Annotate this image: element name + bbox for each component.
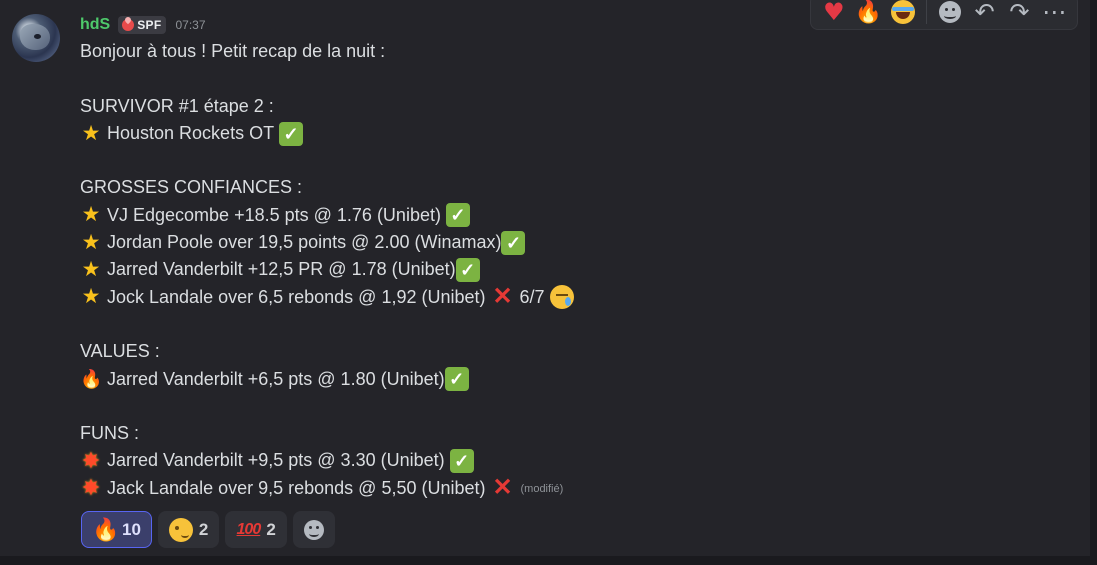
fire-icon (80, 368, 102, 390)
line-text: Houston Rockets OT (107, 122, 275, 143)
message-line: Bonjour à tous ! Petit recap de la nuit … (80, 38, 1070, 65)
star-icon (80, 232, 102, 254)
line-text: GROSSES CONFIANCES : (80, 177, 303, 198)
message-line: GROSSES CONFIANCES : (80, 174, 1070, 201)
check-mark-icon: ✓ (279, 121, 304, 146)
line-text: Jordan Poole over 19,5 points @ 2.00 (Wi… (107, 232, 502, 253)
reply-button[interactable]: ↶ (970, 0, 1000, 28)
message-line: Jarred Vanderbilt +9,5 pts @ 3.30 (Unibe… (80, 447, 1070, 474)
message-line (80, 65, 1070, 92)
star-icon (80, 204, 102, 226)
toolbar-divider (926, 0, 928, 24)
tag-icon (122, 19, 135, 31)
avatar[interactable] (12, 14, 60, 62)
heart-emoji-button[interactable]: ♥ (819, 0, 849, 28)
message-line (80, 147, 1070, 174)
star-icon (80, 123, 102, 145)
cross-mark-icon: ✕ (492, 283, 513, 311)
line-text: Jarred Vanderbilt +12,5 PR @ 1.78 (Unibe… (107, 259, 456, 280)
check-mark-icon: ✓ (445, 203, 470, 228)
fire-emoji-button[interactable]: 🔥 (854, 0, 884, 28)
line-text: Jarred Vanderbilt +6,5 pts @ 1.80 (Unibe… (107, 368, 445, 389)
reaction-count: 2 (266, 519, 276, 539)
message-line: Jock Landale over 6,5 rebonds @ 1,92 (Un… (80, 284, 1070, 311)
score-text: 6/7 (519, 286, 545, 307)
message-line: VJ Edgecombe +18.5 pts @ 1.76 (Unibet)✓ (80, 202, 1070, 229)
server-tag[interactable]: SPF (118, 16, 167, 34)
check-mark-icon: ✓ (455, 258, 480, 283)
hundred-icon: 100 (236, 520, 262, 538)
username[interactable]: hdS (80, 16, 110, 34)
collision-icon (80, 477, 102, 499)
crying-face-icon (549, 285, 574, 310)
message-header: hdS SPF 07:37 (80, 14, 206, 36)
message-content: Bonjour à tous ! Petit recap de la nuit … (80, 38, 1070, 502)
edited-label: (modifié) (520, 482, 564, 495)
star-icon (80, 259, 102, 281)
check-mark-icon: ✓ (449, 449, 474, 474)
line-text: VJ Edgecombe +18.5 pts @ 1.76 (Unibet) (107, 204, 441, 225)
message-line: Jarred Vanderbilt +12,5 PR @ 1.78 (Unibe… (80, 256, 1070, 283)
message-line: Jack Landale over 9,5 rebonds @ 5,50 (Un… (80, 475, 1070, 502)
add-reaction-icon (938, 1, 961, 23)
forward-icon: ↷ (1009, 0, 1030, 26)
more-button[interactable]: ⋯ (1039, 0, 1069, 28)
tag-label: SPF (137, 18, 162, 32)
joy-icon (891, 0, 916, 24)
message-line: FUNS : (80, 420, 1070, 447)
heart-icon: ♥ (823, 0, 845, 26)
forward-button[interactable]: ↷ (1005, 0, 1035, 28)
star-icon (80, 286, 102, 308)
message-line (80, 393, 1070, 420)
reaction-count: 2 (198, 519, 209, 539)
wink-icon (168, 517, 193, 542)
add-reaction-button[interactable] (935, 0, 965, 28)
scroll-gutter (1090, 0, 1097, 565)
line-text: FUNS : (80, 423, 140, 444)
line-text: SURVIVOR #1 étape 2 : (80, 95, 274, 116)
timestamp[interactable]: 07:37 (175, 18, 205, 32)
message-line: Houston Rockets OT✓ (80, 120, 1070, 147)
line-text: Jack Landale over 9,5 rebonds @ 5,50 (Un… (107, 477, 486, 498)
reaction-bar: 🔥 10 2 100 2 (81, 511, 335, 548)
cross-mark-icon: ✕ (492, 474, 513, 502)
line-text: Bonjour à tous ! Petit recap de la nuit … (80, 41, 386, 61)
fire-icon: 🔥 (92, 516, 120, 542)
check-mark-icon: ✓ (444, 367, 469, 392)
reaction-wink[interactable]: 2 (157, 511, 220, 548)
message-line: VALUES : (80, 338, 1070, 365)
check-mark-icon: ✓ (501, 230, 526, 255)
joy-emoji-button[interactable] (888, 0, 918, 28)
collision-icon (80, 450, 102, 472)
line-text: Jock Landale over 6,5 rebonds @ 1,92 (Un… (107, 286, 486, 307)
add-reaction-button[interactable] (292, 511, 335, 548)
more-icon: ⋯ (1042, 0, 1067, 26)
message-line (80, 311, 1070, 338)
reply-icon: ↶ (974, 0, 995, 26)
message-toolbar: ♥ 🔥 ↶ ↷ ⋯ (810, 0, 1078, 30)
reaction-hundred[interactable]: 100 2 (225, 511, 287, 548)
message-line: Jordan Poole over 19,5 points @ 2.00 (Wi… (80, 229, 1070, 256)
line-text: Jarred Vanderbilt +9,5 pts @ 3.30 (Unibe… (107, 450, 445, 471)
message-line: SURVIVOR #1 étape 2 : (80, 93, 1070, 120)
fire-icon: 🔥 (854, 0, 883, 25)
reaction-fire[interactable]: 🔥 10 (81, 511, 152, 548)
message-line: Jarred Vanderbilt +6,5 pts @ 1.80 (Unibe… (80, 366, 1070, 393)
line-text: VALUES : (80, 341, 160, 362)
avatar-eye (34, 34, 41, 39)
bottom-gutter (0, 556, 1097, 565)
add-reaction-icon (303, 519, 324, 540)
reaction-count: 10 (122, 519, 141, 539)
message-container: hdS SPF 07:37 Bonjour à tous ! Petit rec… (0, 0, 1090, 556)
